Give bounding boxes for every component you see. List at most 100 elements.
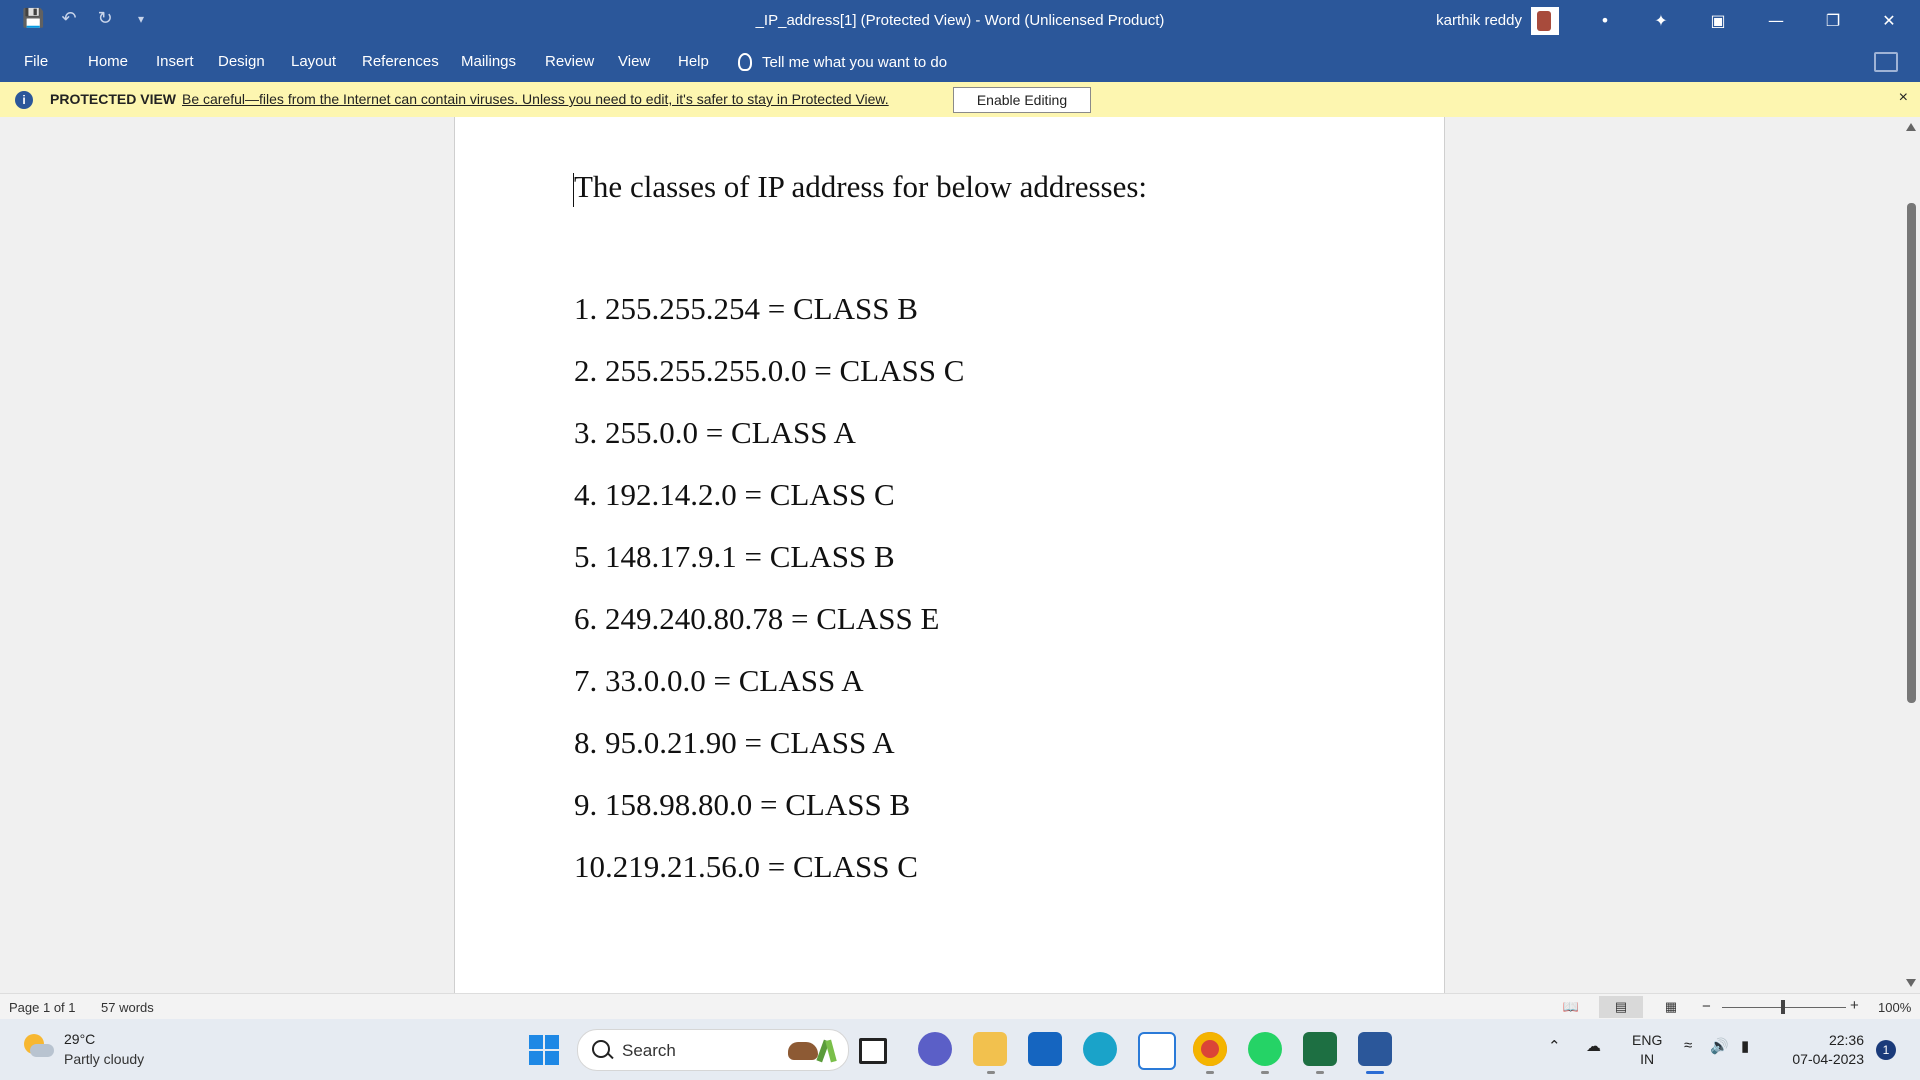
search-icon <box>592 1040 610 1058</box>
scroll-down-icon[interactable] <box>1906 979 1916 987</box>
protected-view-message[interactable]: Be careful—files from the Internet can c… <box>182 91 889 107</box>
list-item: 3. 255.0.0 = CLASS A <box>574 415 856 450</box>
dot-icon: • <box>1600 11 1610 30</box>
tab-view[interactable]: View <box>618 53 650 70</box>
document-list: 1. 255.255.254 = CLASS B 2. 255.255.255.… <box>574 291 964 911</box>
list-item: 8. 95.0.21.90 = CLASS A <box>574 725 895 760</box>
mail-icon[interactable] <box>1138 1032 1176 1070</box>
vertical-scrollbar[interactable] <box>1902 117 1920 993</box>
tab-layout[interactable]: Layout <box>291 53 336 70</box>
list-item: 10.219.21.56.0 = CLASS C <box>574 849 918 884</box>
region-code: IN <box>1640 1051 1655 1067</box>
quick-access-toolbar: 💾 ↶ ↻ ▾ <box>22 8 152 30</box>
tab-review[interactable]: Review <box>545 53 594 70</box>
title-bar: 💾 ↶ ↻ ▾ _IP_address[1] (Protected View) … <box>0 0 1920 42</box>
taskbar-search[interactable]: Search <box>577 1029 849 1071</box>
notification-badge[interactable]: 1 <box>1876 1040 1896 1060</box>
scroll-up-icon[interactable] <box>1906 123 1916 131</box>
running-indicator <box>1206 1071 1214 1074</box>
word-icon[interactable] <box>1358 1032 1392 1066</box>
print-layout-icon[interactable]: ▤ <box>1599 996 1643 1018</box>
close-icon[interactable]: × <box>1899 89 1908 107</box>
clock[interactable]: 22:36 07-04-2023 <box>1782 1031 1864 1069</box>
excel-icon[interactable] <box>1303 1032 1337 1066</box>
zoom-level[interactable]: 100% <box>1878 1000 1911 1015</box>
language-code: ENG <box>1632 1032 1663 1048</box>
microsoft-store-icon[interactable] <box>1028 1032 1062 1066</box>
user-name[interactable]: karthik reddy <box>1436 12 1522 29</box>
language-indicator[interactable]: ENG IN <box>1632 1031 1662 1069</box>
search-label: Search <box>622 1041 676 1060</box>
volume-icon[interactable]: 🔊 <box>1710 1037 1729 1055</box>
protected-view-label: PROTECTED VIEW <box>50 91 177 107</box>
edge-icon[interactable] <box>1083 1032 1117 1066</box>
tell-me-label: Tell me what you want to do <box>762 53 948 71</box>
undo-icon[interactable]: ↶ <box>58 8 80 30</box>
tab-mailings[interactable]: Mailings <box>461 53 516 70</box>
time: 22:36 <box>1828 1032 1864 1048</box>
weather-icon[interactable] <box>22 1032 54 1060</box>
redo-icon[interactable]: ↻ <box>94 8 116 30</box>
start-button[interactable] <box>529 1035 559 1065</box>
active-indicator <box>1366 1071 1384 1074</box>
tab-home[interactable]: Home <box>88 53 128 70</box>
document-area: The classes of IP address for below addr… <box>0 117 1902 993</box>
list-item: 6. 249.240.80.78 = CLASS E <box>574 601 940 636</box>
avatar[interactable] <box>1531 7 1559 35</box>
wifi-icon[interactable]: ≈ <box>1684 1037 1692 1054</box>
search-highlight-icon <box>780 1038 840 1063</box>
taskbar: 29°C Partly cloudy Search ⌃ ☁ ENG IN ≈ 🔊… <box>0 1019 1920 1080</box>
web-layout-icon[interactable]: ▦ <box>1649 996 1693 1018</box>
word-count[interactable]: 57 words <box>101 1000 154 1015</box>
enable-editing-button[interactable]: Enable Editing <box>953 87 1091 113</box>
battery-icon[interactable]: ▮ <box>1741 1037 1749 1055</box>
ribbon-tabs: File Home Insert Design Layout Reference… <box>0 42 1920 82</box>
ribbon-display-options-icon[interactable]: ▣ <box>1705 8 1731 34</box>
tab-file[interactable]: File <box>24 53 48 70</box>
onedrive-icon[interactable]: ☁ <box>1586 1037 1601 1055</box>
teams-chat-icon[interactable] <box>918 1032 952 1066</box>
date: 07-04-2023 <box>1792 1051 1864 1067</box>
zoom-slider-thumb[interactable] <box>1781 1000 1785 1014</box>
scroll-thumb[interactable] <box>1907 203 1916 703</box>
tab-insert[interactable]: Insert <box>156 53 194 70</box>
weather-condition[interactable]: Partly cloudy <box>64 1051 144 1067</box>
list-item: 2. 255.255.255.0.0 = CLASS C <box>574 353 965 388</box>
document-heading: The classes of IP address for below addr… <box>574 169 1148 204</box>
restore-icon[interactable]: ❐ <box>1820 8 1846 34</box>
chevron-up-icon[interactable]: ⌃ <box>1548 1037 1561 1055</box>
status-bar: Page 1 of 1 57 words 📖 ▤ ▦ − + 100% <box>0 993 1920 1020</box>
lightbulb-icon <box>738 53 752 71</box>
list-item: 9. 158.98.80.0 = CLASS B <box>574 787 911 822</box>
list-item: 1. 255.255.254 = CLASS B <box>574 291 918 326</box>
designer-wand-icon[interactable]: ✦ <box>1648 8 1674 34</box>
file-explorer-icon[interactable] <box>973 1032 1007 1066</box>
customize-icon[interactable]: ▾ <box>130 8 152 30</box>
comments-icon[interactable] <box>1874 52 1898 72</box>
weather-temperature[interactable]: 29°C <box>64 1031 95 1047</box>
zoom-in-button[interactable]: + <box>1850 997 1859 1014</box>
document-page[interactable]: The classes of IP address for below addr… <box>454 117 1445 993</box>
list-item: 5. 148.17.9.1 = CLASS B <box>574 539 895 574</box>
running-indicator <box>1261 1071 1269 1074</box>
minimize-icon[interactable]: — <box>1763 8 1789 34</box>
save-icon[interactable]: 💾 <box>22 8 44 30</box>
list-item: 7. 33.0.0.0 = CLASS A <box>574 663 864 698</box>
whatsapp-icon[interactable] <box>1248 1032 1282 1066</box>
page-count[interactable]: Page 1 of 1 <box>9 1000 76 1015</box>
tab-design[interactable]: Design <box>218 53 265 70</box>
close-icon[interactable]: ✕ <box>1876 8 1902 34</box>
running-indicator <box>1316 1071 1324 1074</box>
info-icon: i <box>15 91 33 109</box>
protected-view-bar: i PROTECTED VIEW Be careful—files from t… <box>0 82 1920 118</box>
chrome-icon[interactable] <box>1193 1032 1227 1066</box>
list-item: 4. 192.14.2.0 = CLASS C <box>574 477 895 512</box>
tab-references[interactable]: References <box>362 53 439 70</box>
zoom-out-button[interactable]: − <box>1702 998 1711 1015</box>
tab-help[interactable]: Help <box>678 53 709 70</box>
window-title: _IP_address[1] (Protected View) - Word (… <box>755 12 1165 29</box>
tell-me-search[interactable]: Tell me what you want to do <box>738 53 947 71</box>
read-mode-icon[interactable]: 📖 <box>1549 996 1593 1018</box>
task-view-icon[interactable] <box>859 1038 887 1064</box>
running-indicator <box>987 1071 995 1074</box>
